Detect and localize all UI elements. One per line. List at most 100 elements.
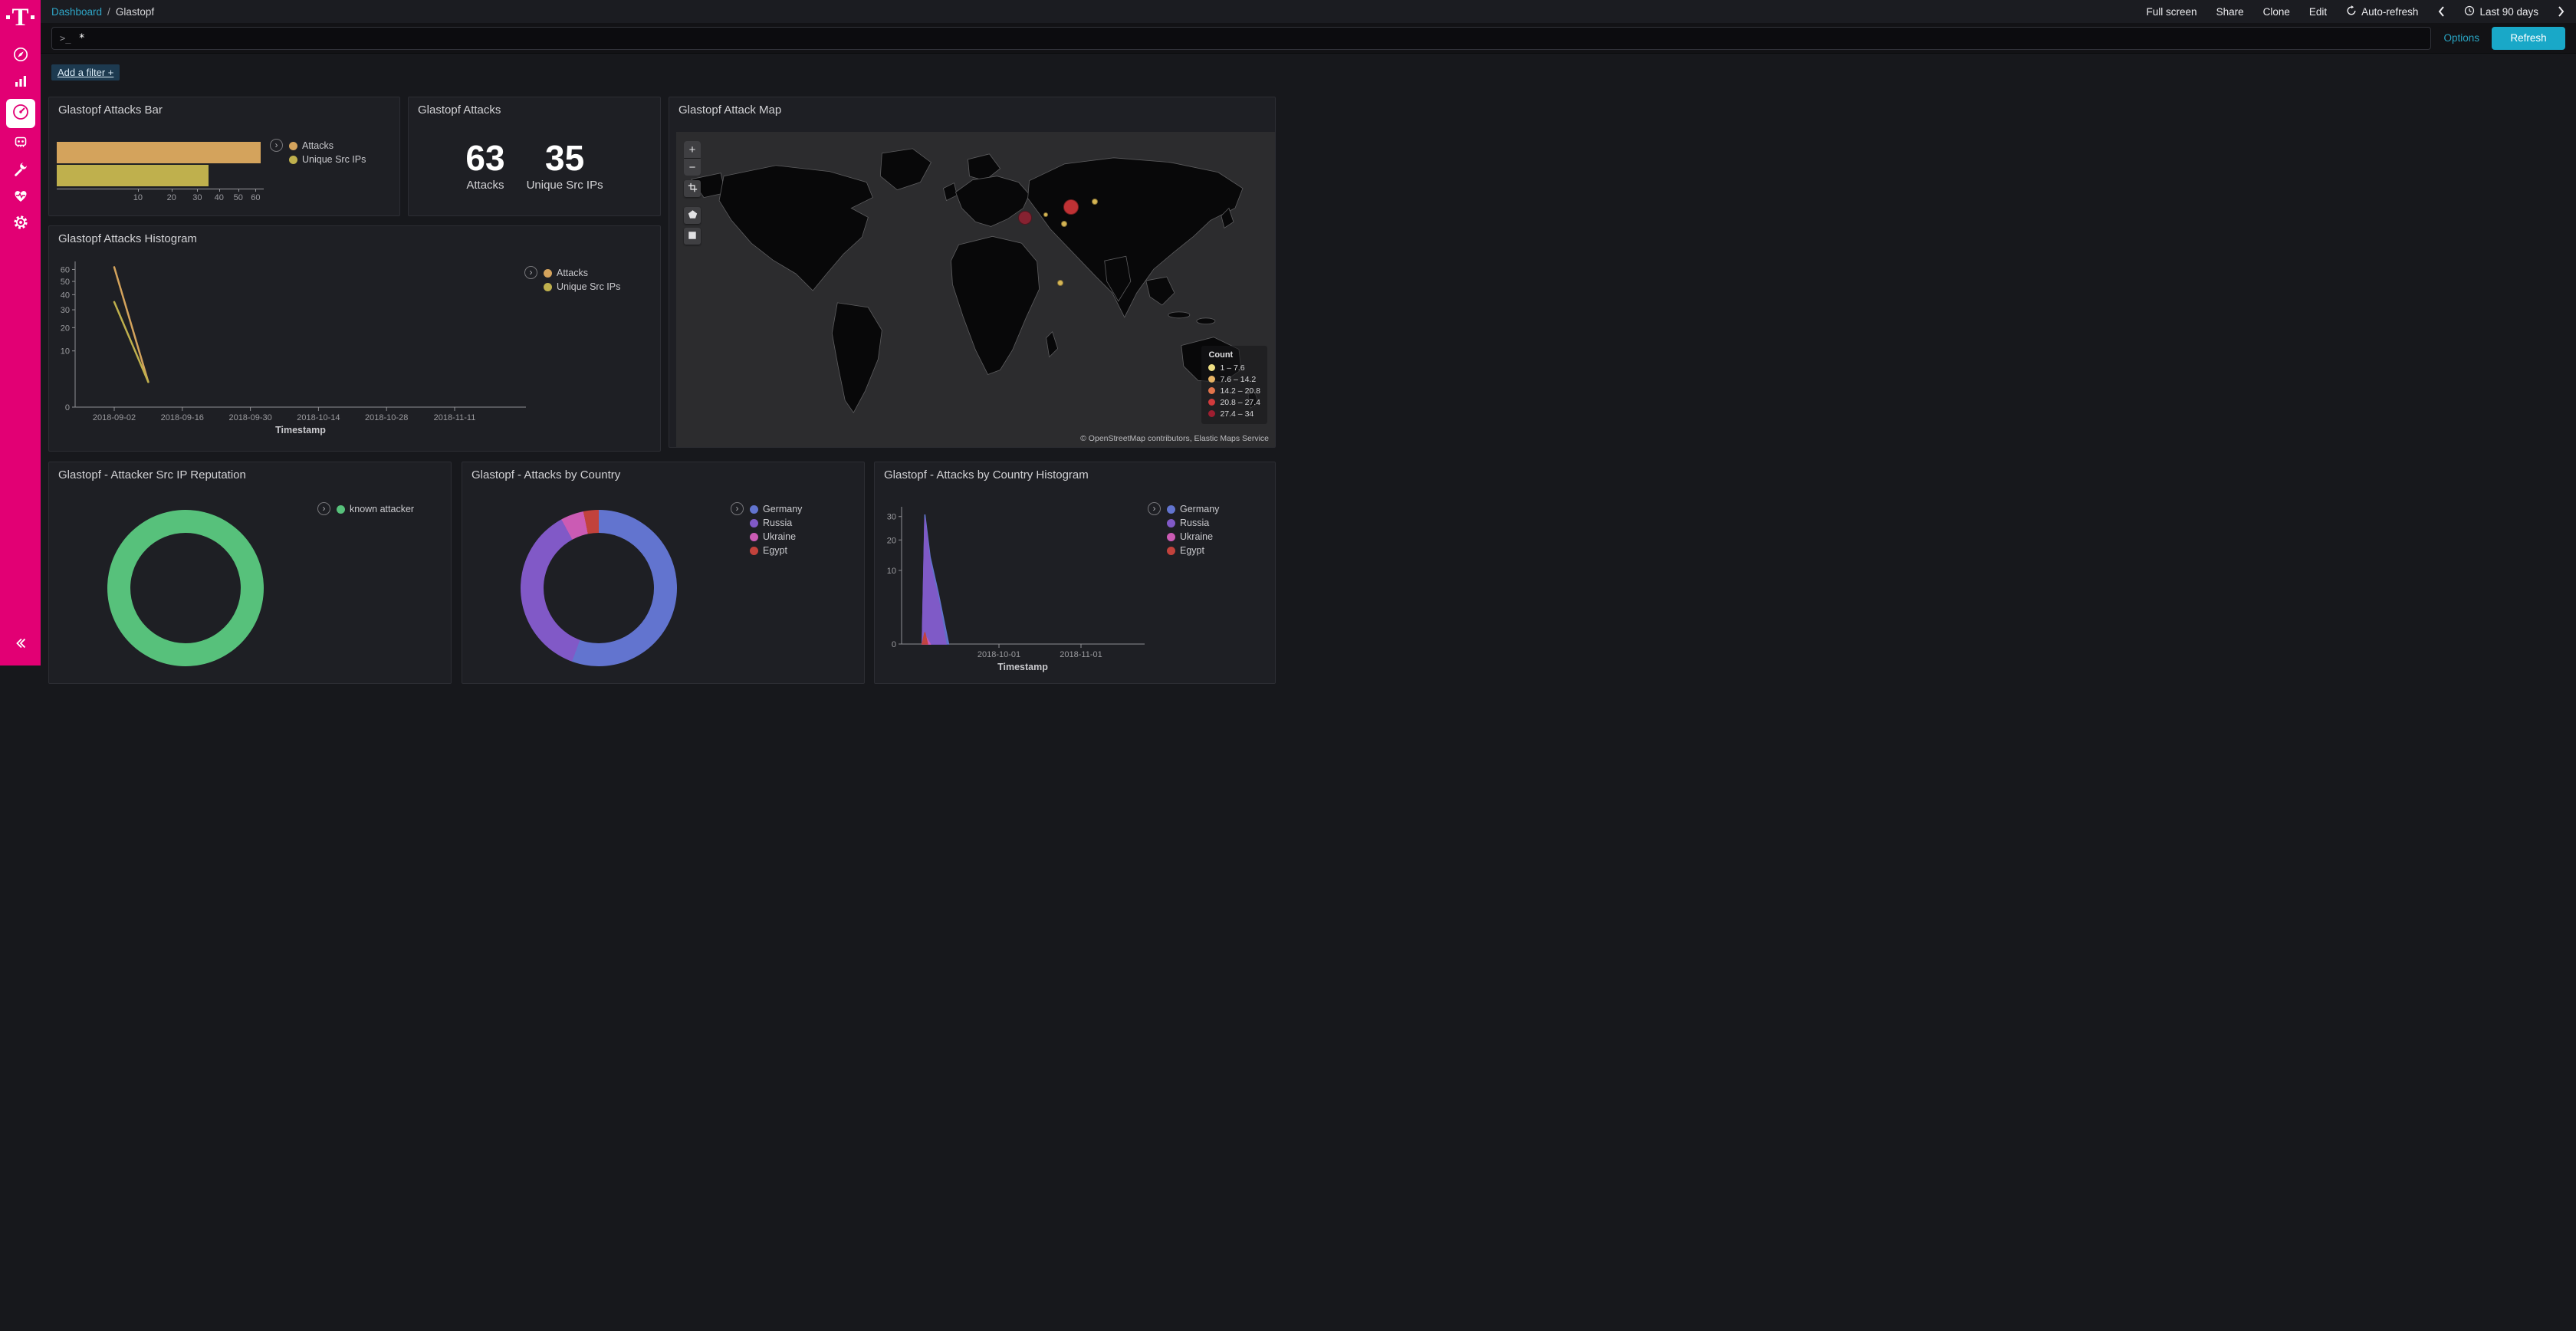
time-back-button[interactable] xyxy=(2437,5,2445,18)
legend-item[interactable]: Unique Src IPs xyxy=(544,280,620,294)
donut-chart[interactable] xyxy=(521,510,677,666)
sidebar-item-visualize[interactable] xyxy=(5,71,36,96)
refresh-button[interactable]: Refresh xyxy=(2492,27,2565,50)
svg-text:10: 10 xyxy=(887,567,896,576)
legend-item[interactable]: 27.4 – 34 xyxy=(1208,408,1260,419)
panel-attacks-metric: Glastopf Attacks 63 Attacks 35 Unique Sr… xyxy=(408,97,661,216)
legend-item[interactable]: Russia xyxy=(750,516,802,530)
legend-dot xyxy=(337,505,345,514)
query-value: * xyxy=(78,32,84,44)
attack-marker[interactable] xyxy=(1057,280,1063,286)
metric-unique-src-ips: 35 Unique Src IPs xyxy=(527,140,603,192)
metric-value: 35 xyxy=(527,140,603,176)
legend-toggle-icon[interactable]: › xyxy=(524,266,537,279)
legend-dot xyxy=(1208,410,1215,417)
fit-bounds-button[interactable] xyxy=(684,180,701,197)
bar-attacks[interactable] xyxy=(57,142,261,163)
add-filter-link[interactable]: Add a filter + xyxy=(51,64,120,81)
legend-toggle-icon[interactable]: › xyxy=(731,502,744,515)
legend-label: Ukraine xyxy=(763,531,796,542)
svg-text:20: 20 xyxy=(887,536,896,545)
x-tick-label: 60 xyxy=(251,193,260,202)
full-screen-button[interactable]: Full screen xyxy=(2147,6,2197,18)
sidebar-collapse-button[interactable] xyxy=(5,633,36,658)
zoom-out-button[interactable]: − xyxy=(684,159,701,176)
legend-item[interactable]: Egypt xyxy=(750,544,802,557)
compass-icon xyxy=(12,46,29,67)
legend-label: Germany xyxy=(1180,504,1219,514)
share-button[interactable]: Share xyxy=(2216,6,2244,18)
breadcrumb-dashboard-link[interactable]: Dashboard xyxy=(51,6,102,18)
map-legend-title: Count xyxy=(1208,350,1260,360)
legend-toggle-icon[interactable]: › xyxy=(1148,502,1161,515)
svg-text:2018-10-14: 2018-10-14 xyxy=(297,413,340,422)
options-link[interactable]: Options xyxy=(2443,32,2479,44)
legend-toggle-icon[interactable]: › xyxy=(270,139,283,152)
sidebar-item-tpot[interactable] xyxy=(5,131,36,156)
gauge-icon xyxy=(12,103,30,125)
bar-chart-icon xyxy=(12,73,29,94)
logo-dot xyxy=(31,15,34,19)
legend-item[interactable]: Egypt xyxy=(1167,544,1219,557)
top-actions: Full screen Share Clone Edit Auto-refres… xyxy=(2147,5,2565,18)
panel-src-ip-reputation: Glastopf - Attacker Src IP Reputation › … xyxy=(48,462,452,684)
legend-item[interactable]: known attacker xyxy=(337,502,414,516)
bar-chart[interactable]: 102030405060 xyxy=(57,142,270,208)
map-attribution[interactable]: © OpenStreetMap contributors, Elastic Ma… xyxy=(1080,434,1269,443)
metric-group: 63 Attacks 35 Unique Src IPs xyxy=(409,140,660,192)
attack-marker[interactable] xyxy=(1018,211,1032,225)
zoom-in-button[interactable]: + xyxy=(684,141,701,158)
sidebar-item-dashboard[interactable] xyxy=(6,99,35,128)
legend-item[interactable]: Attacks xyxy=(289,139,366,153)
bar-unique-src-ips[interactable] xyxy=(57,165,209,186)
legend-toggle-icon[interactable]: › xyxy=(317,502,330,515)
legend-dot xyxy=(1167,519,1175,527)
search-input[interactable]: >_ * xyxy=(51,27,2431,50)
legend-item[interactable]: 7.6 – 14.2 xyxy=(1208,373,1260,385)
logo-dot xyxy=(6,15,10,19)
world-map[interactable]: + − Count 1 – 7.67.6 – 14.214.2 – 20.820… xyxy=(676,132,1275,447)
attack-marker[interactable] xyxy=(1063,199,1079,215)
legend-dot xyxy=(1167,533,1175,541)
time-range-picker[interactable]: Last 90 days xyxy=(2464,5,2538,18)
legend-dot xyxy=(1208,364,1215,371)
attack-marker[interactable] xyxy=(1061,221,1067,227)
rectangle-select-button[interactable] xyxy=(684,228,701,245)
sidebar-item-devtools[interactable] xyxy=(5,158,36,183)
donut-chart[interactable] xyxy=(107,510,264,666)
metric-label: Attacks xyxy=(465,179,504,192)
legend-dot xyxy=(289,156,297,164)
legend-item[interactable]: Attacks xyxy=(544,266,620,280)
x-tick-label: 30 xyxy=(192,193,202,202)
legend-label: Russia xyxy=(1180,518,1209,528)
attack-marker[interactable] xyxy=(1043,212,1048,217)
time-forward-button[interactable] xyxy=(2558,5,2565,18)
auto-refresh-button[interactable]: Auto-refresh xyxy=(2346,5,2418,18)
legend-item[interactable]: Germany xyxy=(750,502,802,516)
clone-button[interactable]: Clone xyxy=(2263,6,2290,18)
legend-label: Egypt xyxy=(1180,545,1204,556)
map-legend-items: 1 – 7.67.6 – 14.214.2 – 20.820.8 – 27.42… xyxy=(1208,362,1260,419)
legend-item[interactable]: 1 – 7.6 xyxy=(1208,362,1260,373)
attack-marker[interactable] xyxy=(1092,199,1098,205)
sidebar-item-monitoring[interactable] xyxy=(5,185,36,210)
legend-label: Unique Src IPs xyxy=(302,154,366,165)
edit-button[interactable]: Edit xyxy=(2309,6,2327,18)
telekom-logo: T xyxy=(6,5,34,31)
legend-item[interactable]: Russia xyxy=(1167,516,1219,530)
metric-attacks: 63 Attacks xyxy=(465,140,504,192)
svg-text:60: 60 xyxy=(61,265,70,274)
sidebar-item-discover[interactable] xyxy=(5,44,36,69)
legend-item[interactable]: Unique Src IPs xyxy=(289,153,366,166)
legend-item[interactable]: Ukraine xyxy=(1167,530,1219,544)
sidebar-item-management[interactable] xyxy=(5,212,36,237)
svg-text:30: 30 xyxy=(61,306,70,315)
legend-item[interactable]: Germany xyxy=(1167,502,1219,516)
svg-text:2018-10-01: 2018-10-01 xyxy=(978,650,1020,659)
legend-item[interactable]: 14.2 – 20.8 xyxy=(1208,385,1260,396)
legend-item[interactable]: Ukraine xyxy=(750,530,802,544)
refresh-cycle-icon xyxy=(2346,5,2357,18)
polygon-select-button[interactable] xyxy=(684,207,701,224)
legend-item[interactable]: 20.8 – 27.4 xyxy=(1208,396,1260,408)
breadcrumb: Dashboard / Glastopf xyxy=(51,6,154,18)
